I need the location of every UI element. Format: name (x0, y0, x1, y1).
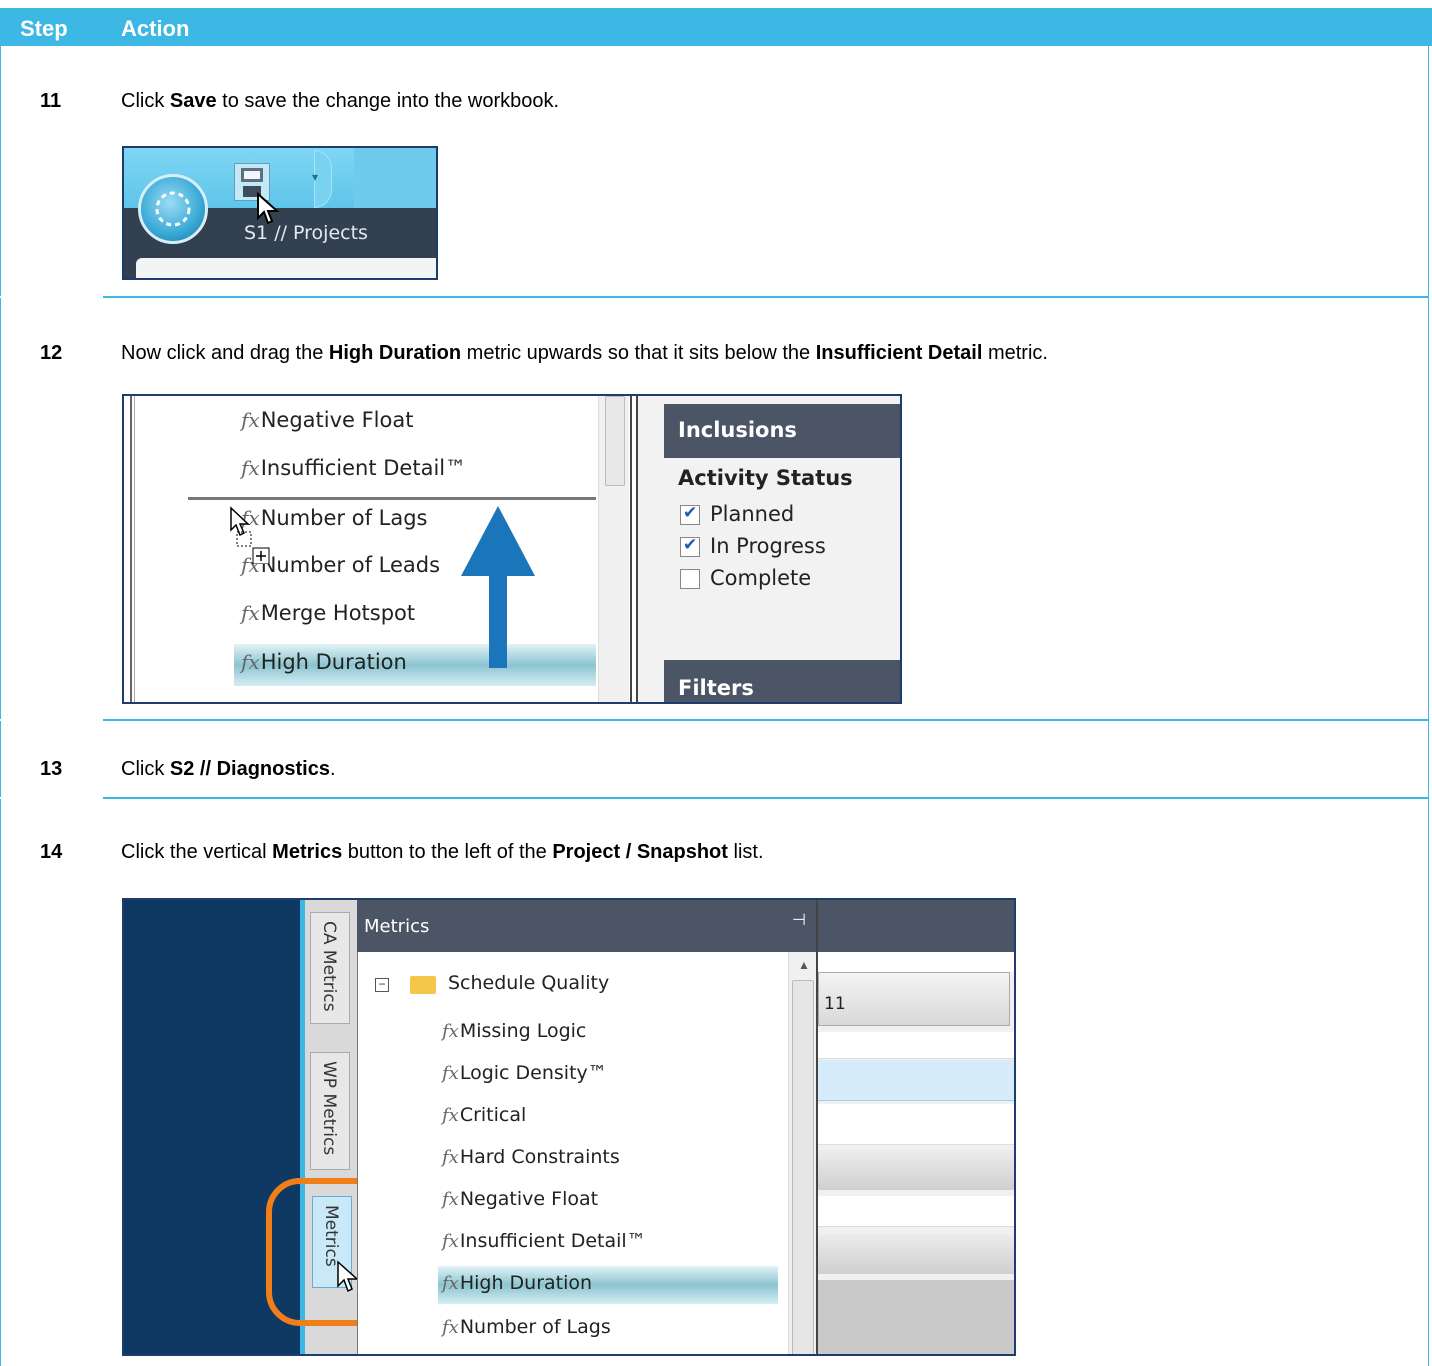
save-screenshot: ▾ S1 // Projects (122, 146, 438, 280)
metric-list-item[interactable]: fxHard Constraints (442, 1146, 620, 1168)
planned-checkbox[interactable]: Planned (680, 502, 794, 526)
step-instruction: Click Save to save the change into the w… (121, 90, 560, 112)
metric-list-item[interactable]: fxMissing Logic (442, 1020, 586, 1042)
grid-header-cell: 11 (824, 994, 846, 1014)
step-instruction: Click S2 // Diagnostics. (121, 758, 336, 780)
row-divider (0, 797, 1429, 799)
schedule-quality-folder[interactable]: Schedule Quality (448, 972, 609, 994)
panel-scrollbar[interactable]: ▲ (788, 952, 817, 1354)
filters-header: Filters (678, 676, 754, 700)
row-divider (0, 719, 1429, 721)
metric-list-item[interactable]: fxHigh Duration (442, 1272, 592, 1294)
step-number: 13 (40, 758, 63, 780)
metric-list-item[interactable]: fxInsufficient Detail™ (241, 456, 466, 480)
row-divider (0, 296, 1429, 298)
ca-metrics-tab[interactable]: CA Metrics (310, 912, 350, 1024)
step-instruction: Click the vertical Metrics button to the… (121, 841, 764, 863)
metric-list-item[interactable]: fxCritical (442, 1104, 526, 1126)
step-number: 12 (40, 342, 63, 364)
step-instruction: Now click and drag the High Duration met… (121, 342, 1048, 364)
step-column-header: Step (20, 16, 68, 41)
dropdown-arrow-icon[interactable]: ▾ (312, 170, 318, 184)
collapse-icon[interactable]: − (375, 978, 389, 992)
step-number: 11 (40, 90, 62, 112)
in-progress-checkbox[interactable]: In Progress (680, 534, 826, 558)
table-header: Step Action (0, 8, 1432, 46)
metric-list-item[interactable]: fxNegative Float (241, 408, 413, 432)
metric-list-item[interactable]: fxHigh Duration (241, 650, 407, 674)
metrics-panel-screenshot: CA Metrics WP Metrics Metrics Metrics ⊣ … (122, 898, 1016, 1356)
metric-list-item[interactable]: fxInsufficient Detail™ (442, 1230, 646, 1252)
metrics-panel-title: Metrics (364, 916, 430, 937)
complete-checkbox[interactable]: Complete (680, 566, 811, 590)
inclusions-header: Inclusions (678, 418, 797, 442)
up-arrow-icon (459, 502, 537, 677)
wp-metrics-tab[interactable]: WP Metrics (310, 1052, 350, 1170)
metric-list-item[interactable]: fxMerge Hotspot (241, 601, 415, 625)
metric-list-item[interactable]: fxLogic Density™ (442, 1062, 607, 1084)
drag-metric-screenshot: fxNegative Float fxInsufficient Detail™ … (122, 394, 902, 704)
folder-icon (410, 976, 436, 994)
activity-status-label: Activity Status (678, 466, 853, 490)
drag-cursor-icon (229, 506, 273, 569)
drop-indicator-line (188, 497, 596, 500)
action-column-header: Action (121, 16, 190, 41)
list-scrollbar[interactable] (598, 396, 629, 702)
projects-tab[interactable]: S1 // Projects (244, 222, 368, 244)
pin-icon[interactable]: ⊣ (792, 910, 806, 930)
step-number: 14 (40, 841, 63, 863)
metric-list-item[interactable]: fxNegative Float (442, 1188, 598, 1210)
metric-list-item[interactable]: fxNumber of Lags (442, 1316, 611, 1338)
app-orb-icon[interactable] (138, 174, 208, 244)
